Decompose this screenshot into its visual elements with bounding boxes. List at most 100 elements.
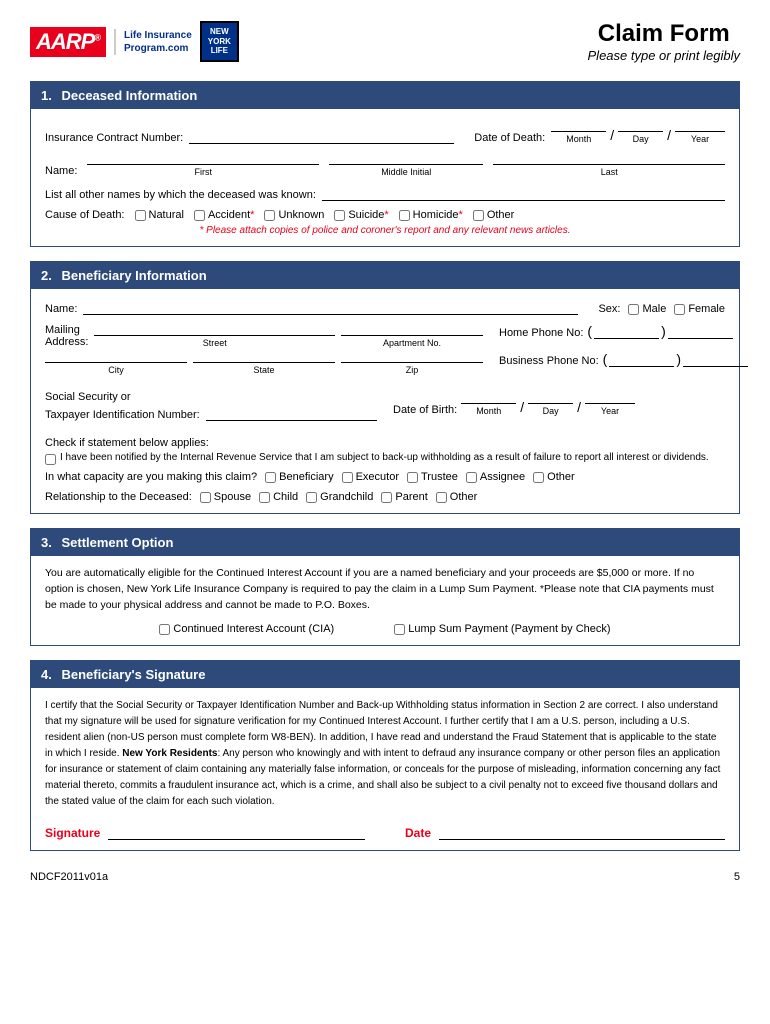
dod-day-wrap: Day (618, 119, 663, 144)
section1-number: 1. (41, 88, 52, 103)
business-phone-paren: ( ) (603, 351, 748, 367)
rel-spouse-checkbox[interactable] (200, 492, 211, 503)
contract-number-input[interactable] (189, 128, 454, 144)
dob-year-wrap: Year (585, 391, 635, 416)
state-input[interactable] (193, 350, 335, 363)
dob-year-input[interactable] (585, 391, 635, 404)
date-line[interactable] (439, 822, 725, 840)
dob-label: Date of Birth: (393, 404, 457, 416)
unknown-checkbox[interactable] (264, 210, 275, 221)
city-label: City (45, 365, 187, 375)
home-phone-row: Home Phone No: ( ) (499, 323, 748, 339)
slash1: / (610, 128, 614, 144)
ssn-input[interactable] (206, 405, 377, 421)
name-row-container: Name: First Middle Initial Last (45, 152, 725, 177)
rel-grandchild-label: Grandchild (320, 491, 373, 503)
check-statement-label: Check if statement below applies: (45, 437, 725, 449)
form-title-area: Claim Form Please type or print legibly (588, 20, 740, 63)
irs-checkbox[interactable] (45, 454, 56, 465)
cap-trustee-checkbox[interactable] (407, 472, 418, 483)
middle-name-input[interactable] (329, 152, 483, 165)
section-beneficiary: 2. Beneficiary Information Name: Sex: Ma… (30, 261, 740, 514)
section3-header: 3. Settlement Option (31, 529, 739, 556)
address-area: Mailing Address: Street Apartment No. (45, 323, 483, 383)
zip-label: Zip (341, 365, 483, 375)
cap-other-label: Other (547, 471, 575, 483)
suicide-checkbox[interactable] (334, 210, 345, 221)
apt-input[interactable] (341, 323, 483, 336)
page-number: 5 (734, 871, 740, 883)
other-names-row: List all other names by which the deceas… (45, 185, 725, 201)
settlement-options: Continued Interest Account (CIA) Lump Su… (45, 623, 725, 635)
cause-suicide: Suicide* (334, 209, 388, 221)
signature-line[interactable] (108, 822, 365, 840)
rel-child-checkbox[interactable] (259, 492, 270, 503)
business-phone-number[interactable] (683, 351, 748, 367)
aarp-reg: ® (94, 32, 100, 42)
rel-spouse-label: Spouse (214, 491, 251, 503)
open-paren2: ( (603, 351, 608, 367)
cap-other-checkbox[interactable] (533, 472, 544, 483)
mailing-label: Mailing (45, 324, 88, 336)
section4-title: Beneficiary's Signature (61, 667, 205, 682)
form-title: Claim Form (588, 20, 740, 48)
benef-name-input[interactable] (83, 299, 578, 315)
state-wrap: State (193, 350, 335, 375)
phone-area: Home Phone No: ( ) Business Phone No: ( … (499, 323, 748, 383)
cause-other-checkbox[interactable] (473, 210, 484, 221)
dob-month-input[interactable] (461, 391, 516, 404)
female-checkbox[interactable] (674, 304, 685, 315)
business-phone-area-code[interactable] (609, 351, 674, 367)
middle-label: Middle Initial (329, 167, 483, 177)
life-line2: Program.com (124, 43, 188, 54)
section-deceased: 1. Deceased Information Insurance Contra… (30, 81, 740, 247)
dob-day-label: Day (543, 406, 559, 416)
rel-grandchild-checkbox[interactable] (306, 492, 317, 503)
dod-month-input[interactable] (551, 119, 606, 132)
ny-line3: LIFE (211, 46, 228, 55)
city-input[interactable] (45, 350, 187, 363)
business-phone-row: Business Phone No: ( ) (499, 351, 748, 367)
homicide-checkbox[interactable] (399, 210, 410, 221)
accident-checkbox[interactable] (194, 210, 205, 221)
dob-day-input[interactable] (528, 391, 573, 404)
rel-other-checkbox[interactable] (436, 492, 447, 503)
zip-wrap: Zip (341, 350, 483, 375)
cap-beneficiary-checkbox[interactable] (265, 472, 276, 483)
cia-checkbox[interactable] (159, 624, 170, 635)
lump-sum-checkbox[interactable] (394, 624, 405, 635)
other-names-input[interactable] (322, 185, 725, 201)
section1-title: Deceased Information (61, 88, 197, 103)
address-phone-container: Mailing Address: Street Apartment No. (45, 323, 725, 383)
dod-day-input[interactable] (618, 119, 663, 132)
form-subtitle: Please type or print legibly (588, 48, 740, 63)
irs-row: I have been notified by the Internal Rev… (45, 452, 725, 465)
dod-year-input[interactable] (675, 119, 725, 132)
sig-row: Signature Date (45, 822, 725, 840)
male-checkbox[interactable] (628, 304, 639, 315)
first-name-input[interactable] (87, 152, 319, 165)
dob-day-wrap: Day (528, 391, 573, 416)
natural-checkbox[interactable] (135, 210, 146, 221)
settlement-text: You are automatically eligible for the C… (45, 566, 725, 613)
cap-executor-checkbox[interactable] (342, 472, 353, 483)
ssn-dob-container: Social Security or Taxpayer Identificati… (45, 391, 725, 429)
ny-line2: YORK (208, 37, 231, 46)
cap-beneficiary: Beneficiary (265, 471, 333, 483)
date-field: Date (405, 822, 725, 840)
section3-title: Settlement Option (61, 535, 173, 550)
rel-parent-checkbox[interactable] (381, 492, 392, 503)
tin-label: Taxpayer Identification Number: (45, 409, 200, 421)
zip-input[interactable] (341, 350, 483, 363)
cause-homicide: Homicide* (399, 209, 463, 221)
capacity-label: In what capacity are you making this cla… (45, 471, 257, 483)
business-phone-label: Business Phone No: (499, 355, 599, 367)
dod-year-wrap: Year (675, 119, 725, 144)
natural-label: Natural (149, 209, 184, 221)
home-phone-area-code[interactable] (594, 323, 659, 339)
home-phone-number[interactable] (668, 323, 733, 339)
last-name-input[interactable] (493, 152, 725, 165)
cap-trustee-label: Trustee (421, 471, 458, 483)
cap-assignee-checkbox[interactable] (466, 472, 477, 483)
street-input[interactable] (94, 323, 335, 336)
